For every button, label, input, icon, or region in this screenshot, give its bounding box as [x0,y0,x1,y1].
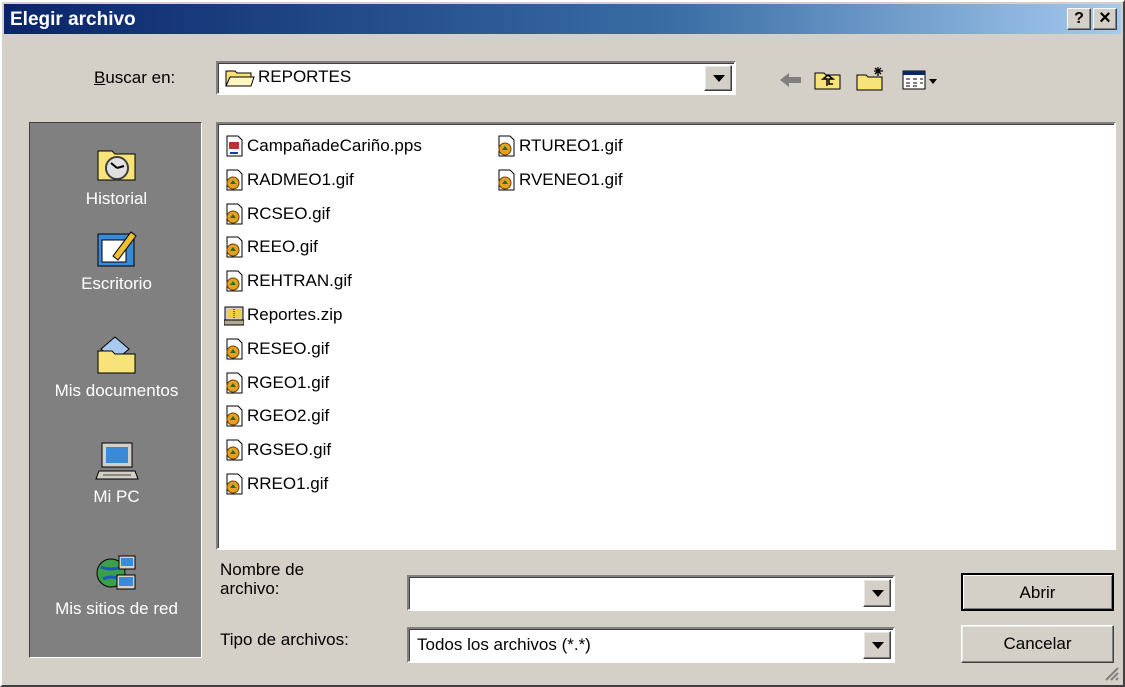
history-icon [97,150,135,181]
gif-file-icon [226,270,243,292]
file-list[interactable]: CampañadeCariño.pps RADMEO1.gif RCSEO.gif R… [216,122,1116,550]
filetype-value: Todos los archivos (*.*) [417,635,591,654]
place-label: Mis documentos [54,381,179,400]
file-name: RGSEO.gif [247,440,332,460]
lookin-label: Buscar en: [94,68,176,87]
my-computer-icon [94,442,139,480]
gif-file-icon [226,169,243,191]
gif-file-icon [498,135,515,157]
file-item[interactable]: RCSEO.gif [224,200,330,228]
desktop-icon [97,231,137,267]
gif-file-icon [226,203,243,225]
gif-file-icon [226,372,243,394]
place-desktop[interactable]: Escritorio [30,228,203,294]
file-item[interactable]: RESEO.gif [224,335,329,363]
file-name: RCSEO.gif [247,203,331,223]
lookin-label-text: uscar en: [105,68,176,87]
file-name: RGEO2.gif [247,406,330,426]
file-item[interactable]: RVENEO1.gif [496,166,623,194]
zip-file-icon [224,306,244,326]
pps-file-icon [226,135,243,157]
lookin-value: REPORTES [258,67,352,86]
place-label: Mis sitios de red [55,599,178,618]
gif-file-icon [226,338,243,360]
filename-label-line2: archivo: [220,579,280,598]
filename-dropdown-button[interactable] [863,579,891,607]
file-item[interactable]: REEO.gif [224,233,318,261]
file-name: RADMEO1.gif [247,169,354,189]
filename-input[interactable] [407,575,895,611]
file-name: REEO.gif [247,237,318,257]
file-item[interactable]: RGSEO.gif [224,436,331,464]
place-my-computer[interactable]: Mi PC [30,441,203,507]
place-network[interactable]: Mis sitios de red [30,553,203,619]
filetype-label: Tipo de archivos: [220,630,349,649]
close-button[interactable]: × [1093,8,1117,30]
folder-open-icon [225,70,255,87]
file-item[interactable]: CampañadeCariño.pps [224,132,422,160]
gif-file-icon [498,169,515,191]
window-title: Elegir archivo [10,9,136,30]
gif-file-icon [226,439,243,461]
new-folder-icon[interactable] [854,65,888,95]
help-button[interactable]: ? [1067,8,1091,30]
places-bar: Historial Escritorio Mis documentos Mi P… [29,122,202,658]
file-name: RREO1.gif [247,474,329,493]
gif-file-icon [226,236,243,258]
file-item[interactable]: REHTRAN.gif [224,267,352,295]
place-history[interactable]: Historial [30,143,203,209]
filename-label: Nombre de archivo: [220,560,304,598]
file-item[interactable]: Reportes.zip [224,301,342,329]
my-documents-icon [97,336,135,374]
up-folder-icon[interactable] [812,65,844,95]
file-item[interactable]: RGEO1.gif [224,369,329,397]
resize-grip-icon[interactable] [1103,665,1119,681]
gif-file-icon [226,473,243,495]
place-label: Historial [85,189,148,208]
filetype-dropdown-button[interactable] [863,631,891,659]
file-item[interactable]: RREO1.gif [224,470,328,498]
file-name: RESEO.gif [247,338,330,358]
back-arrow-icon[interactable] [777,65,805,95]
file-item[interactable]: RADMEO1.gif [224,166,354,194]
file-name: RGEO1.gif [247,372,330,392]
cancel-button[interactable]: Cancelar [961,625,1114,663]
filename-label-line1: Nombre de [220,560,305,579]
file-item[interactable]: RGEO2.gif [224,402,329,430]
file-name: RVENEO1.gif [519,169,623,189]
file-name: REHTRAN.gif [247,271,352,291]
lookin-combo[interactable]: REPORTES [216,61,736,95]
filetype-select[interactable]: Todos los archivos (*.*) [407,627,895,663]
view-menu-icon[interactable] [900,65,940,95]
file-name: RTUREO1.gif [519,136,623,155]
lookin-dropdown-button[interactable] [704,65,732,91]
file-name: Reportes.zip [247,305,343,324]
title-bar[interactable]: Elegir archivo ? × [4,4,1121,34]
open-button[interactable]: Abrir [961,573,1114,611]
place-label: Escritorio [81,274,152,293]
place-my-documents[interactable]: Mis documentos [30,335,203,401]
network-places-icon [96,555,135,590]
file-dialog: Elegir archivo ? × Buscar en: REPORTES H… [0,0,1125,687]
gif-file-icon [226,405,243,427]
file-name: CampañadeCariño.pps [247,136,422,155]
file-item[interactable]: RTUREO1.gif [496,132,623,160]
place-label: Mi PC [93,487,140,506]
